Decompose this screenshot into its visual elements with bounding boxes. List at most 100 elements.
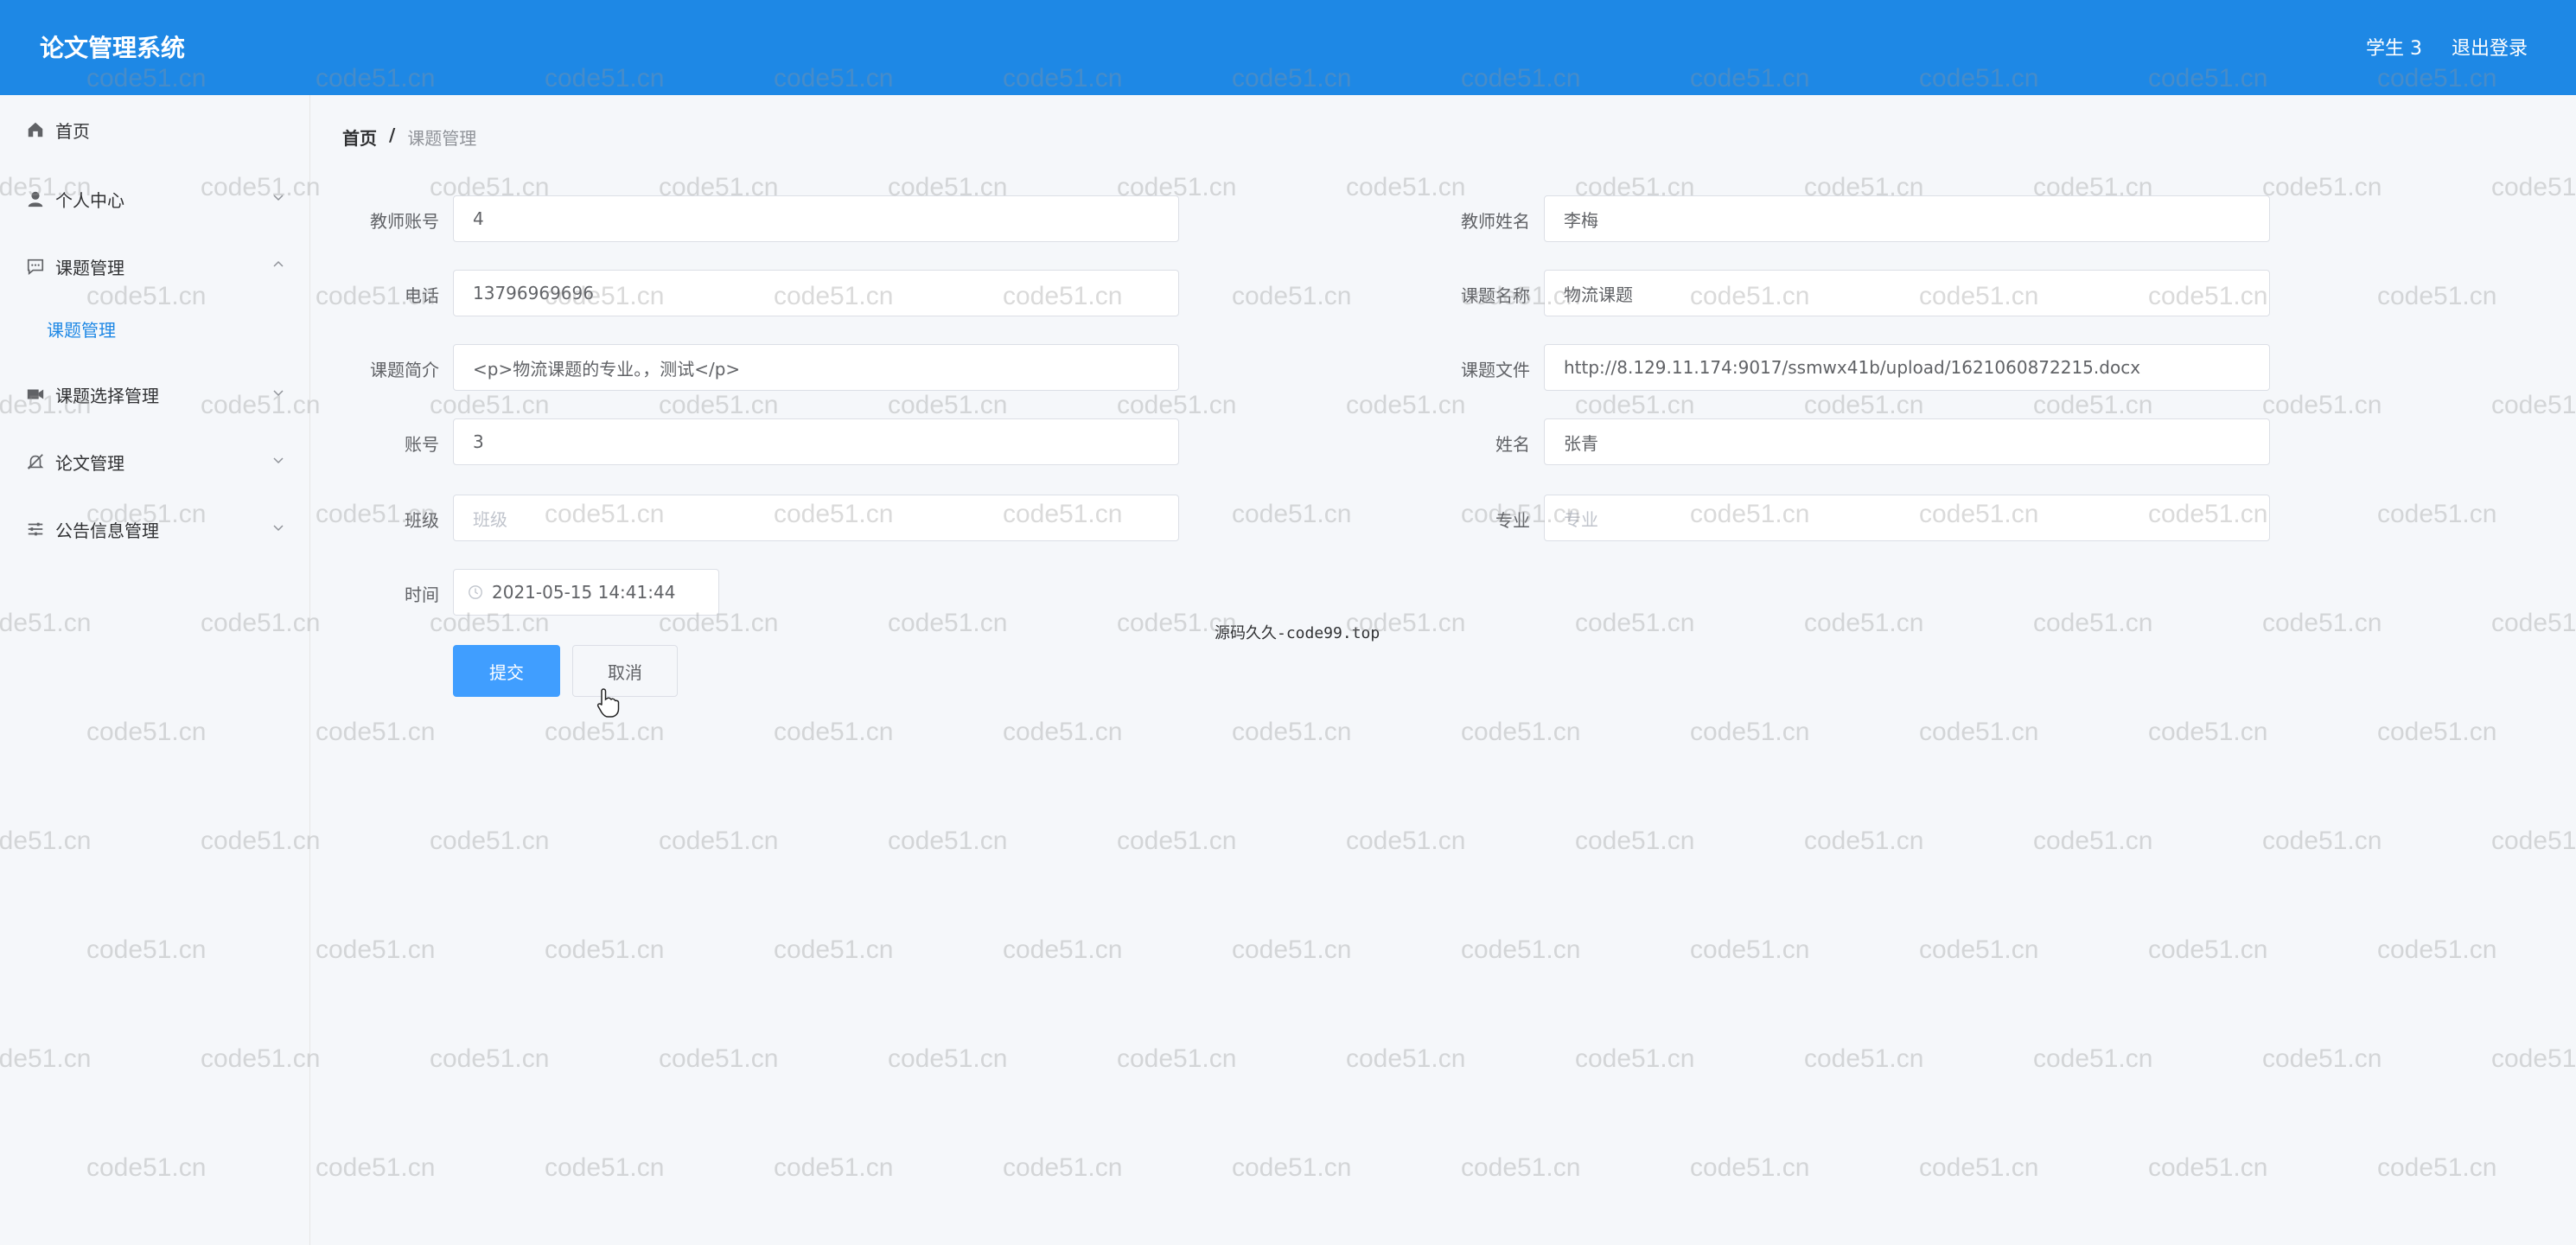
app-title: 论文管理系统 [40,34,186,62]
watermark-text: code51.cn [2033,827,2153,855]
breadcrumb-home[interactable]: 首页 [342,124,377,150]
video-icon [26,385,45,404]
submenu-item-topic-management[interactable]: 课题管理 [47,316,116,342]
chevron-down-icon [273,457,284,464]
watermark-text: code51.cn [1003,1153,1123,1182]
watermark-text: code51.cn [2262,391,2382,419]
watermark-text: code51.cn [2262,173,2382,201]
watermark-text: code51.cn [774,1153,894,1182]
topic-name-label: 课题名称 [1461,285,1530,306]
account-input[interactable]: 3 [453,418,1179,465]
watermark-text: code51.cn [1232,500,1352,528]
chevron-up-icon [273,260,284,267]
watermark-text: code51.cn [2262,827,2382,855]
time-value: 2021-05-15 14:41:44 [492,582,676,603]
watermark-text: code51.cn [545,718,665,746]
watermark-text: code51.cn [2491,391,2576,419]
watermark-text: code51.cn [888,827,1008,855]
watermark-text: code51.cn [1232,1153,1352,1182]
breadcrumb-current: 课题管理 [407,128,477,149]
sidebar-item-label: 课题选择管理 [55,385,159,406]
sidebar-item-paper-management[interactable]: 论文管理 [26,444,285,479]
watermark-text: code51.cn [2491,1044,2576,1073]
watermark-text: code51.cn [1003,935,1123,964]
watermark-text: code51.cn [1461,1153,1581,1182]
chevron-down-icon [273,195,284,201]
sidebar-item-label: 首页 [55,120,90,142]
watermark-text: code51.cn [2262,609,2382,637]
watermark-text: code51.cn [1117,391,1237,419]
watermark-text: code51.cn [888,1044,1008,1073]
watermark-text: code51.cn [2262,1044,2382,1073]
watermark-text: code51.cn [1232,282,1352,310]
watermark-text: code51.cn [1690,1153,1810,1182]
teacher-name-input[interactable]: 李梅 [1544,195,2270,242]
watermark-text: code51.cn [1232,718,1352,746]
watermark-text: code51.cn [430,1044,550,1073]
watermark-text: code51.cn [2033,609,2153,637]
watermark-text: code51.cn [659,827,779,855]
watermark-text: code51.cn [2377,718,2497,746]
class-input[interactable]: 班级 [453,495,1179,541]
name-input[interactable]: 张青 [1544,418,2270,465]
watermark-text: code51.cn [316,935,436,964]
topic-intro-input[interactable]: <p>物流课题的专业。，测试</p> [453,344,1179,391]
watermark-text: code51.cn [2033,1044,2153,1073]
watermark-text: code51.cn [430,827,550,855]
sidebar-item-topic-management[interactable]: 课题管理 [26,249,285,284]
teacher-account-input[interactable]: 4 [453,195,1179,242]
time-label: 时间 [405,584,439,605]
watermark-text: code51.cn [1232,935,1352,964]
time-input[interactable]: 2021-05-15 14:41:44 [453,569,719,616]
sidebar-item-label: 论文管理 [55,452,124,474]
topic-file-input[interactable]: http://8.129.11.174:9017/ssmwx41b/upload… [1544,344,2270,391]
topic-name-input[interactable]: 物流课题 [1544,270,2270,316]
watermark-text: code51.cn [1346,1044,1466,1073]
major-input[interactable]: 专业 [1544,495,2270,541]
sidebar-item-announcement[interactable]: 公告信息管理 [26,512,285,546]
watermark-text: code51.cn [1804,827,1924,855]
watermark-text: code51.cn [888,609,1008,637]
watermark-text: code51.cn [1919,1153,2039,1182]
watermark-text: code51.cn [316,718,436,746]
watermark-text: code51.cn [888,391,1008,419]
user-icon [26,189,45,208]
watermark-text: code51.cn [659,391,779,419]
sidebar-item-label: 课题管理 [55,257,124,278]
watermark-text: code51.cn [1690,935,1810,964]
chevron-down-icon [273,390,284,397]
major-label: 专业 [1495,510,1530,531]
cancel-button[interactable]: 取消 [572,645,678,697]
watermark-text: code51.cn [2377,1153,2497,1182]
watermark-text: code51.cn [1575,609,1695,637]
class-label: 班级 [405,510,439,531]
watermark-text: code51.cn [1003,718,1123,746]
watermark-text: code51.cn [2377,935,2497,964]
logout-link[interactable]: 退出登录 [2452,33,2528,61]
sidebar-item-home[interactable]: 首页 [26,112,285,147]
watermark-text: code51.cn [1346,391,1466,419]
sidebar-item-label: 公告信息管理 [55,520,159,541]
watermark-text: code51.cn [1461,718,1581,746]
header-actions: 学生 3 退出登录 [2366,33,2528,61]
sidebar-item-topic-selection[interactable]: 课题选择管理 [26,377,285,412]
account-label: 账号 [405,434,439,455]
bell-off-icon [26,452,45,471]
watermark-text: code51.cn [2491,609,2576,637]
name-label: 姓名 [1495,434,1530,455]
watermark-text: code51.cn [1575,391,1695,419]
clock-icon [469,585,482,599]
sidebar: 首页 个人中心 课题管理 课题管理 课题选择管理 论文管理 公告信息管理 [0,95,310,1245]
watermark-text: code51.cn [1117,827,1237,855]
watermark-text: code51.cn [774,718,894,746]
watermark-text: code51.cn [1346,173,1466,201]
submit-button[interactable]: 提交 [453,645,560,697]
phone-input[interactable]: 13796969696 [453,270,1179,316]
sidebar-item-profile[interactable]: 个人中心 [26,182,285,216]
topic-intro-label: 课题简介 [370,360,439,380]
watermark-text: code51.cn [2377,500,2497,528]
top-header: 论文管理系统 学生 3 退出登录 [0,0,2576,95]
watermark-text: code51.cn [430,391,550,419]
watermark-text: code51.cn [1804,609,1924,637]
teacher-account-label: 教师账号 [370,211,439,232]
